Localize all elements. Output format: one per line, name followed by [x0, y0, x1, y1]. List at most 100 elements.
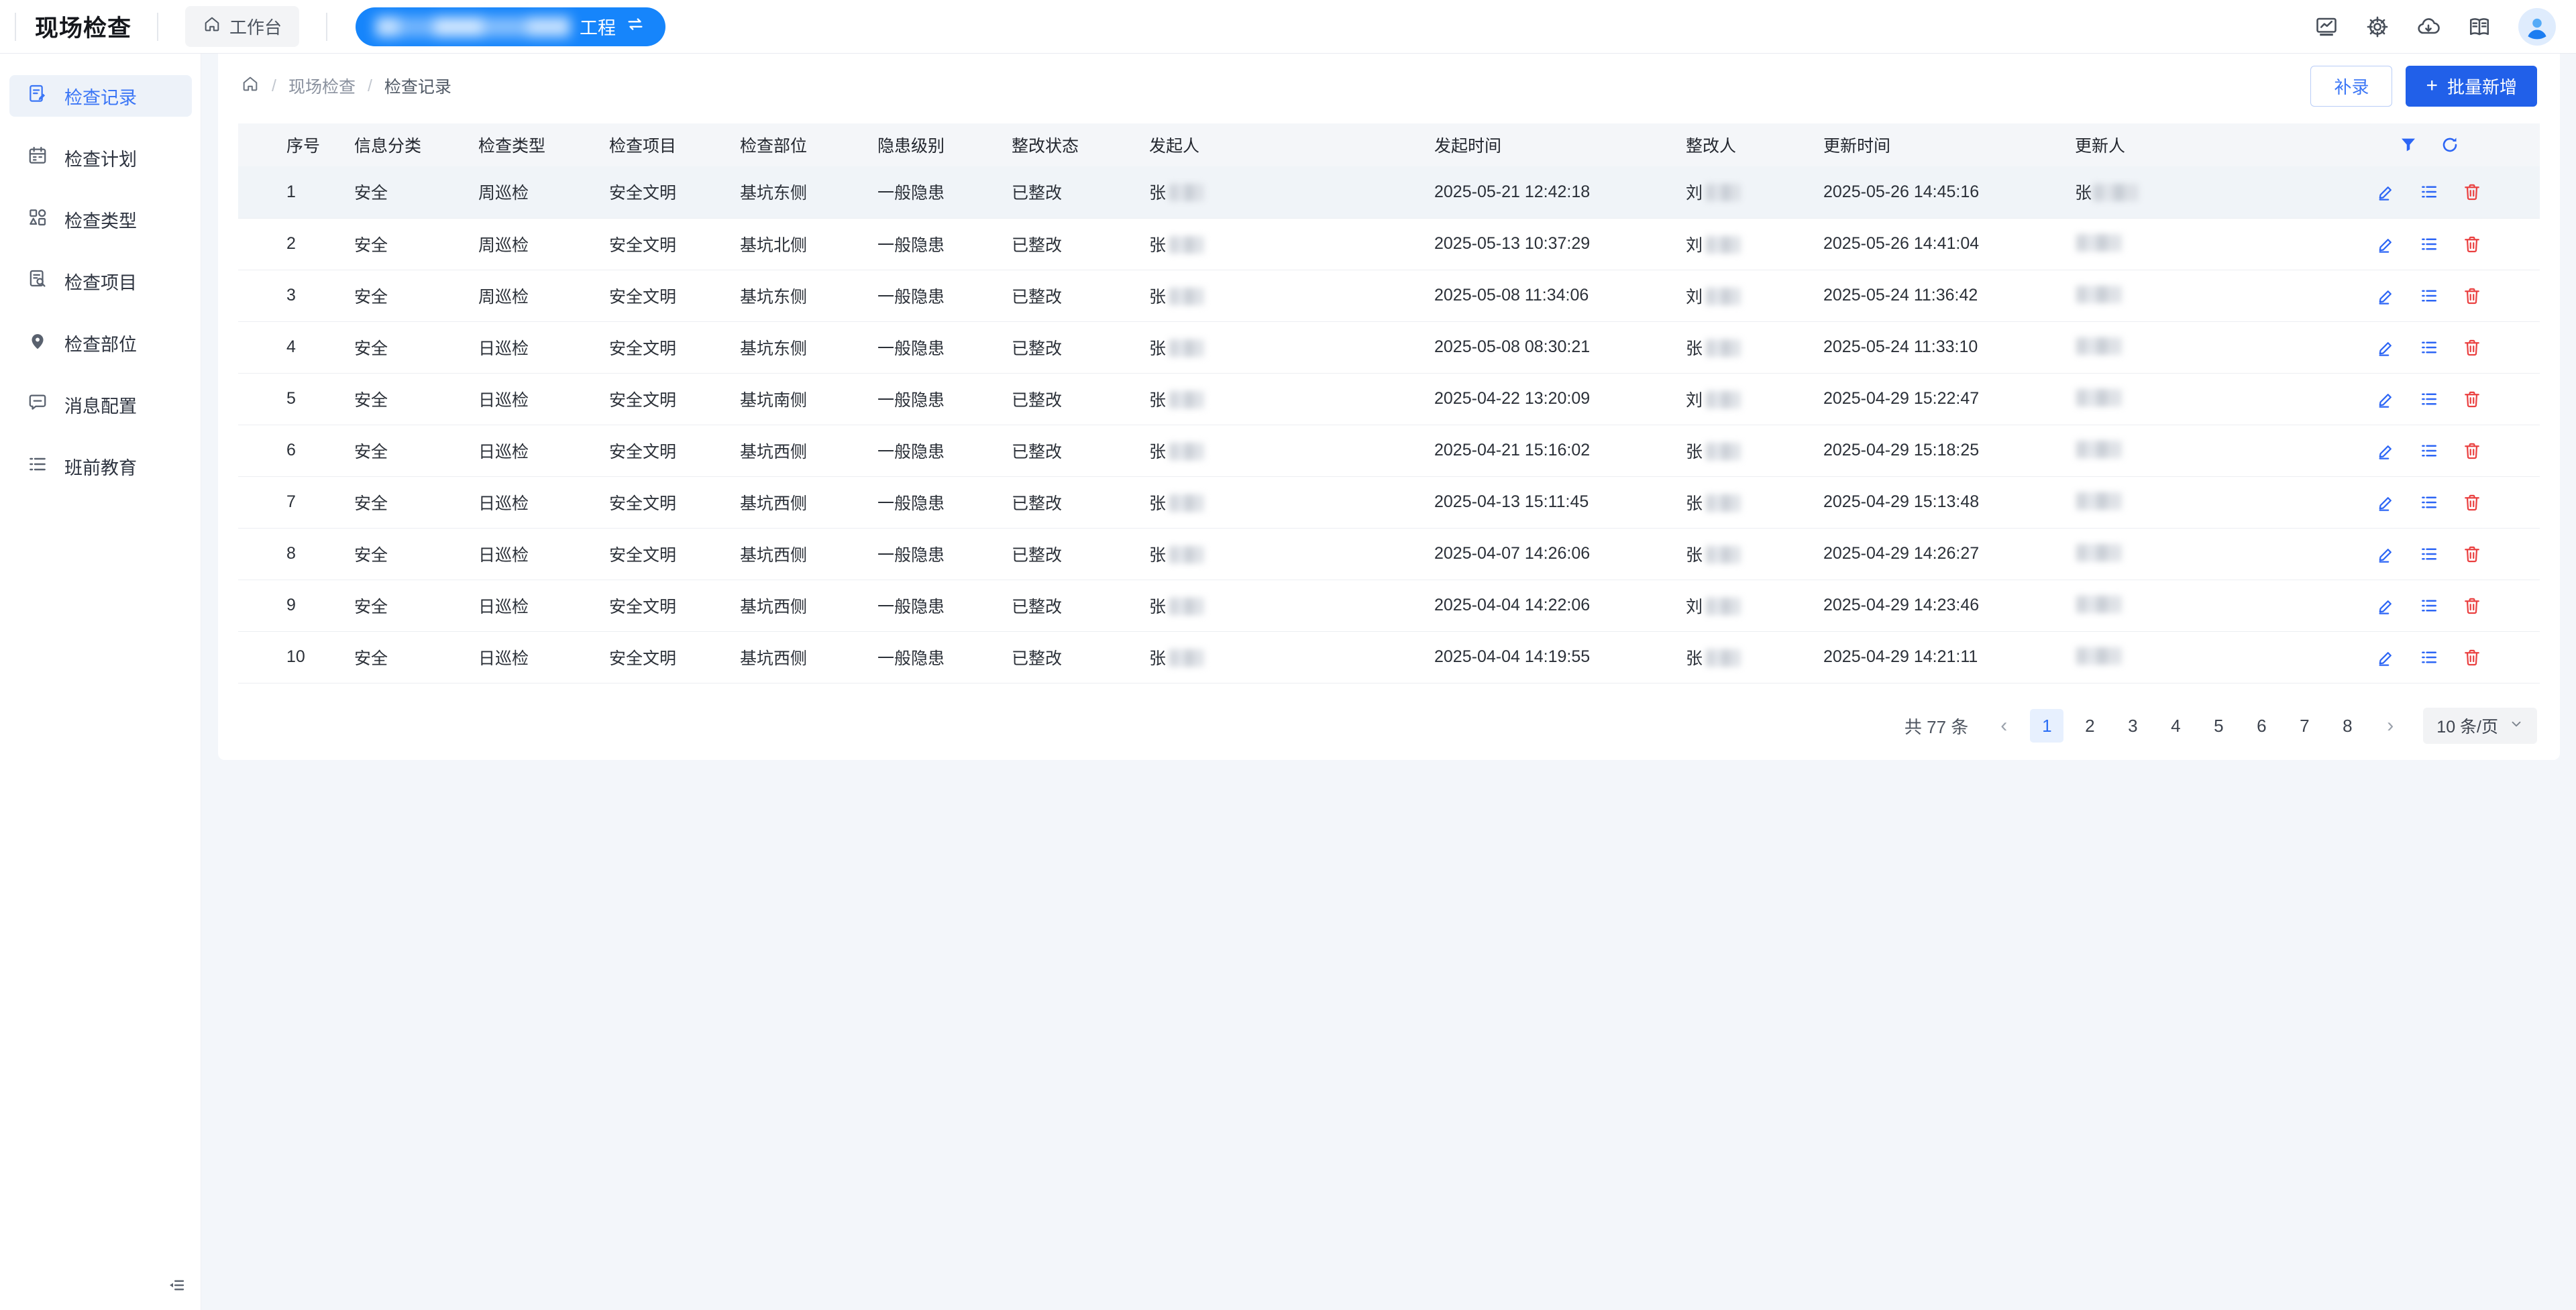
table-row[interactable]: 1 安全 周巡检 安全文明 基坑东侧 一般隐患 已整改 张 2025-05-21… — [238, 166, 2540, 218]
redacted-name — [1706, 184, 1741, 201]
edit-icon[interactable] — [2376, 647, 2396, 667]
table-row[interactable]: 3 安全 周巡检 安全文明 基坑东侧 一般隐患 已整改 张 2025-05-08… — [238, 270, 2540, 321]
table-row[interactable]: 10 安全 日巡检 安全文明 基坑西侧 一般隐患 已整改 张 2025-04-0… — [238, 631, 2540, 683]
cell-status: 已整改 — [1006, 528, 1144, 580]
project-switcher-pill[interactable]: 工程 — [356, 7, 665, 46]
manual-icon[interactable] — [2467, 15, 2491, 39]
redacted-name — [2076, 647, 2122, 665]
delete-icon[interactable] — [2462, 492, 2482, 512]
edit-icon[interactable] — [2376, 492, 2396, 512]
page-size-select[interactable]: 10 条/页 — [2423, 708, 2537, 744]
edit-icon[interactable] — [2376, 286, 2396, 306]
next-page-button[interactable]: › — [2373, 709, 2407, 743]
table-row[interactable]: 5 安全 日巡检 安全文明 基坑南侧 一般隐患 已整改 张 2025-04-22… — [238, 373, 2540, 425]
cell-initiated-time: 2025-04-21 15:16:02 — [1429, 425, 1680, 476]
table-row[interactable]: 8 安全 日巡检 安全文明 基坑西侧 一般隐患 已整改 张 2025-04-07… — [238, 528, 2540, 580]
delete-icon[interactable] — [2462, 337, 2482, 358]
sidebar-item-message-config[interactable]: 消息配置 — [9, 384, 192, 425]
cell-category: 安全 — [349, 476, 473, 528]
cell-level: 一般隐患 — [872, 270, 1006, 321]
delete-icon[interactable] — [2462, 441, 2482, 461]
cell-category: 安全 — [349, 270, 473, 321]
page-button-4[interactable]: 4 — [2159, 709, 2192, 743]
workbench-button[interactable]: 工作台 — [185, 6, 299, 47]
prev-page-button[interactable]: ‹ — [1987, 709, 2021, 743]
delete-icon[interactable] — [2462, 544, 2482, 564]
edit-icon[interactable] — [2376, 441, 2396, 461]
cell-level: 一般隐患 — [872, 166, 1006, 218]
settings-icon[interactable] — [2365, 15, 2390, 39]
delete-icon[interactable] — [2462, 234, 2482, 254]
page-button-7[interactable]: 7 — [2288, 709, 2321, 743]
edit-icon[interactable] — [2376, 234, 2396, 254]
cell-level: 一般隐患 — [872, 631, 1006, 683]
sidebar-item-inspection-locations[interactable]: 检查部位 — [9, 322, 192, 364]
delete-icon[interactable] — [2462, 182, 2482, 202]
edit-icon[interactable] — [2376, 596, 2396, 616]
cell-level: 一般隐患 — [872, 580, 1006, 631]
page-button-6[interactable]: 6 — [2245, 709, 2278, 743]
sidebar-item-inspection-types[interactable]: 检查类型 — [9, 199, 192, 240]
cell-updated-time: 2025-04-29 14:21:11 — [1818, 631, 2070, 683]
sidebar-item-label: 检查计划 — [64, 145, 137, 171]
page-button-1[interactable]: 1 — [2030, 709, 2063, 743]
edit-icon[interactable] — [2376, 337, 2396, 358]
cell-actions — [2318, 425, 2540, 476]
delete-icon[interactable] — [2462, 389, 2482, 409]
detail-list-icon[interactable] — [2419, 286, 2439, 306]
cell-status: 已整改 — [1006, 425, 1144, 476]
cell-part: 基坑西侧 — [735, 425, 872, 476]
page-button-8[interactable]: 8 — [2330, 709, 2364, 743]
page-button-5[interactable]: 5 — [2202, 709, 2235, 743]
pagination-total: 共 77 条 — [1904, 714, 1968, 739]
table-row[interactable]: 2 安全 周巡检 安全文明 基坑北侧 一般隐患 已整改 张 2025-05-13… — [238, 218, 2540, 270]
cell-updated-time: 2025-04-29 15:13:48 — [1818, 476, 2070, 528]
edit-icon[interactable] — [2376, 544, 2396, 564]
sidebar-item-inspection-items[interactable]: 检查项目 — [9, 260, 192, 302]
cloud-download-icon[interactable] — [2416, 15, 2440, 39]
delete-icon[interactable] — [2462, 596, 2482, 616]
cell-initiator: 张 — [1144, 321, 1429, 373]
delete-icon[interactable] — [2462, 647, 2482, 667]
detail-list-icon[interactable] — [2419, 234, 2439, 254]
redacted-name — [1706, 494, 1741, 512]
inspection-records-table: 序号 信息分类 检查类型 检查项目 检查部位 隐患级别 整改状态 发起人 发起时… — [238, 123, 2540, 684]
detail-list-icon[interactable] — [2419, 544, 2439, 564]
sidebar-item-inspection-plans[interactable]: 检查计划 — [9, 137, 192, 178]
calendar-icon — [27, 145, 48, 171]
detail-list-icon[interactable] — [2419, 596, 2439, 616]
detail-list-icon[interactable] — [2419, 182, 2439, 202]
cell-initiator: 张 — [1144, 631, 1429, 683]
refresh-icon[interactable] — [2440, 135, 2460, 155]
supplement-record-button[interactable]: 补录 — [2310, 66, 2392, 107]
cell-level: 一般隐患 — [872, 528, 1006, 580]
detail-list-icon[interactable] — [2419, 647, 2439, 667]
dashboard-icon[interactable] — [2314, 15, 2339, 39]
cell-part: 基坑西侧 — [735, 631, 872, 683]
detail-list-icon[interactable] — [2419, 389, 2439, 409]
avatar[interactable] — [2518, 8, 2556, 46]
cell-part: 基坑西侧 — [735, 528, 872, 580]
page-button-2[interactable]: 2 — [2073, 709, 2106, 743]
cell-initiator: 张 — [1144, 166, 1429, 218]
detail-list-icon[interactable] — [2419, 492, 2439, 512]
table-row[interactable]: 6 安全 日巡检 安全文明 基坑西侧 一般隐患 已整改 张 2025-04-21… — [238, 425, 2540, 476]
sidebar-item-inspection-records[interactable]: 检查记录 — [9, 75, 192, 117]
batch-add-button[interactable]: + 批量新增 — [2406, 66, 2537, 107]
home-icon[interactable] — [241, 74, 260, 98]
page-button-3[interactable]: 3 — [2116, 709, 2149, 743]
redacted-name — [1169, 443, 1204, 460]
table-row[interactable]: 9 安全 日巡检 安全文明 基坑西侧 一般隐患 已整改 张 2025-04-04… — [238, 580, 2540, 631]
filter-funnel-icon[interactable] — [2398, 135, 2418, 155]
edit-icon[interactable] — [2376, 389, 2396, 409]
table-row[interactable]: 4 安全 日巡检 安全文明 基坑东侧 一般隐患 已整改 张 2025-05-08… — [238, 321, 2540, 373]
edit-icon[interactable] — [2376, 182, 2396, 202]
sidebar-item-pre-shift-education[interactable]: 班前教育 — [9, 445, 192, 487]
delete-icon[interactable] — [2462, 286, 2482, 306]
collapse-sidebar-icon[interactable] — [166, 1275, 186, 1295]
detail-list-icon[interactable] — [2419, 441, 2439, 461]
col-updated-time: 更新时间 — [1818, 123, 2070, 166]
table-row[interactable]: 7 安全 日巡检 安全文明 基坑西侧 一般隐患 已整改 张 2025-04-13… — [238, 476, 2540, 528]
breadcrumb-item-parent[interactable]: 现场检查 — [288, 74, 356, 98]
detail-list-icon[interactable] — [2419, 337, 2439, 358]
